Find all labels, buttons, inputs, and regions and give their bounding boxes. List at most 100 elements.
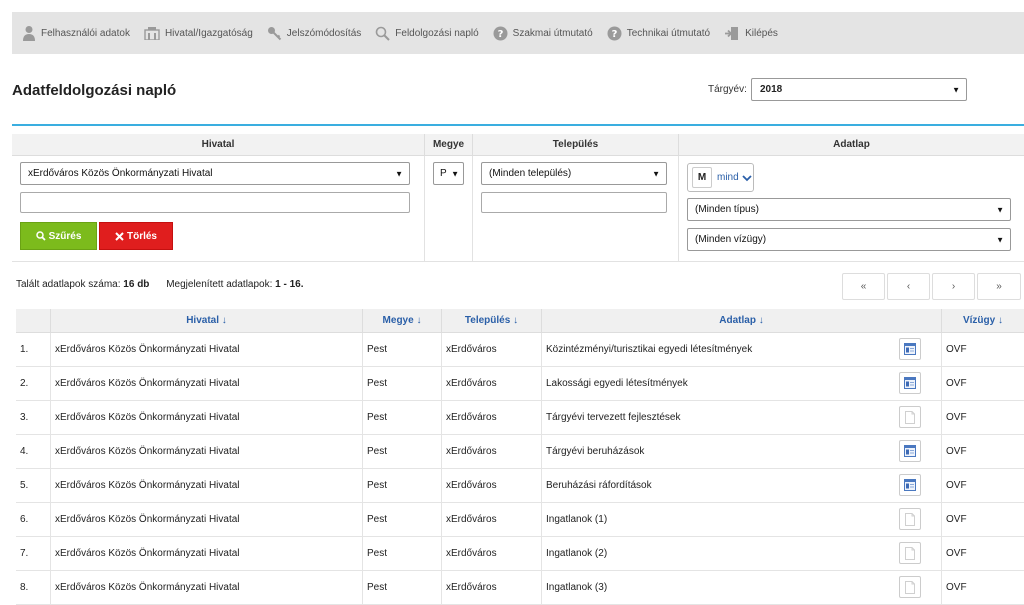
filter-button[interactable]: Szűrés [20,222,97,250]
table-header: Hivatal ↓ Megye ↓ Település ↓ Adatlap ↓ … [16,309,1024,333]
filter-header-megye: Megye [425,134,473,156]
header-telepules-label: Település [464,315,511,326]
pager-first-button[interactable]: « [842,273,885,300]
cell-megye: Pest [363,469,442,502]
row-number: 4. [16,435,51,468]
mode-dropdown[interactable]: M mind [687,163,754,192]
cell-adatlap: Ingatlanok (2) [542,537,942,570]
cell-adatlap: Tárgyévi tervezett fejlesztések [542,401,942,434]
vizugy-select[interactable]: (Minden vízügy) ▼ [687,228,1011,251]
open-form-button[interactable] [899,440,921,462]
search-icon [35,231,46,241]
cell-hivatal: xErdőváros Közös Önkormányzati Hivatal [51,571,363,604]
telepules-search-input[interactable] [481,192,667,213]
header-vizugy[interactable]: Vízügy ↓ [942,309,1024,333]
row-number: 3. [16,401,51,434]
dropdown-caret-icon: ▼ [996,235,1004,244]
open-form-button[interactable] [899,372,921,394]
table-row[interactable]: 4. xErdőváros Közös Önkormányzati Hivatal… [16,435,1024,469]
header-adatlap-label: Adatlap [719,315,756,326]
nav-professional-guide[interactable]: ? Szakmai útmutató [493,26,593,41]
table-row[interactable]: 1. xErdőváros Közös Önkormányzati Hivatal… [16,333,1024,367]
magnifier-icon [375,26,390,41]
table-row[interactable]: 8. xErdőváros Közös Önkormányzati Hivatal… [16,571,1024,605]
close-icon [115,231,124,241]
sort-arrow-icon: ↓ [513,315,519,326]
header-adatlap[interactable]: Adatlap ↓ [542,309,942,333]
pager-prev-button[interactable]: ‹ [887,273,930,300]
nav-processing-log[interactable]: Feldolgozási napló [375,26,479,41]
result-summary: Talált adatlapok száma: 16 db Megjelenít… [16,279,304,290]
sort-arrow-icon: ↓ [221,315,227,326]
nav-password-change[interactable]: Jelszómódosítás [267,26,361,41]
nav-password-change-label: Jelszómódosítás [286,27,362,39]
nav-user-data-label: Felhasználói adatok [41,27,130,39]
cell-telepules: xErdőváros [442,503,542,536]
nav-technical-guide-label: Technikai útmutató [626,27,711,39]
row-number: 8. [16,571,51,604]
sort-arrow-icon: ↓ [998,315,1003,326]
filter-bottom-border [12,261,1024,262]
open-form-button[interactable] [899,542,921,564]
cell-hivatal: xErdőváros Közös Önkormányzati Hivatal [51,435,363,468]
header-telepules[interactable]: Település ↓ [442,309,542,333]
clear-button[interactable]: Törlés [99,222,173,250]
row-number: 2. [16,367,51,400]
mode-text: mind [717,172,739,183]
cell-adatlap: Tárgyévi beruházások [542,435,942,468]
cell-hivatal: xErdőváros Közös Önkormányzati Hivatal [51,333,363,366]
telepules-select-value: (Minden település) [489,168,572,179]
nav-logout[interactable]: Kilépés [724,26,778,41]
nav-user-data[interactable]: Felhasználói adatok [22,25,130,41]
header-megye[interactable]: Megye ↓ [363,309,442,333]
table-row[interactable]: 6. xErdőváros Közös Önkormányzati Hivatal… [16,503,1024,537]
open-form-button[interactable] [899,406,921,428]
table-row[interactable]: 7. xErdőváros Közös Önkormányzati Hivatal… [16,537,1024,571]
cell-adatlap: Közintézményi/turisztikai egyedi létesít… [542,333,942,366]
nav-office-label: Hivatal/Igazgatóság [164,27,253,39]
telepules-select[interactable]: (Minden település) ▼ [481,162,667,185]
page-title: Adatfeldolgozási napló [12,82,177,99]
header-hivatal[interactable]: Hivatal ↓ [51,309,363,333]
megye-select[interactable]: P ▼ [433,162,464,185]
svg-text:?: ? [497,29,503,40]
blank-document-icon [905,410,915,424]
found-value: 16 db [123,279,150,290]
year-select-value: 2018 [760,84,783,95]
cell-vizugy: OVF [946,582,967,593]
cell-megye: Pest [363,333,442,366]
cell-telepules: xErdőváros [442,401,542,434]
pager-last-button[interactable]: » [977,273,1021,300]
open-form-button[interactable] [899,474,921,496]
tipus-select[interactable]: (Minden típus) ▼ [687,198,1011,221]
form-icon [904,377,916,389]
clear-button-label: Törlés [126,230,157,242]
dropdown-caret-icon: ▼ [395,169,403,178]
question-icon: ? [607,26,622,40]
open-form-button[interactable] [899,338,921,360]
table-row[interactable]: 3. xErdőváros Közös Önkormányzati Hivatal… [16,401,1024,435]
open-form-button[interactable] [899,576,921,598]
header-number [16,309,51,333]
nav-office[interactable]: Hivatal/Igazgatóság [144,26,253,40]
cell-megye: Pest [363,503,442,536]
cell-vizugy: OVF [946,480,967,491]
year-select[interactable]: 2018 ▼ [751,78,967,101]
row-number: 6. [16,503,51,536]
pager-next-button[interactable]: › [932,273,975,300]
filter-button-label: Szűrés [48,230,82,242]
hivatal-select[interactable]: xErdőváros Közös Önkormányzati Hivatal ▼ [20,162,410,185]
tipus-select-value: (Minden típus) [695,204,759,215]
form-icon [904,479,916,491]
table-row[interactable]: 2. xErdőváros Közös Önkormányzati Hivatal… [16,367,1024,401]
cell-megye: Pest [363,401,442,434]
cell-hivatal: xErdőváros Közös Önkormányzati Hivatal [51,537,363,570]
blank-document-icon [905,546,915,560]
open-form-button[interactable] [899,508,921,530]
cell-megye: Pest [363,435,442,468]
key-icon [267,26,282,40]
nav-technical-guide[interactable]: ? Technikai útmutató [607,26,710,41]
hivatal-search-input[interactable] [20,192,410,213]
table-row[interactable]: 5. xErdőváros Közös Önkormányzati Hivatal… [16,469,1024,503]
cell-adatlap: Lakossági egyedi létesítmények [542,367,942,400]
